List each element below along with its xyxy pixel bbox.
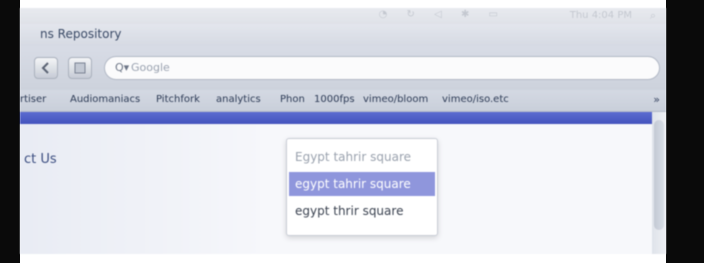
google-search-icon[interactable]: Q▾: [115, 61, 129, 74]
photo-frame: ◔ ↻ ◁ ✱ ▭ Thu 4:04 PM ⌕ ns Repository Q▾…: [0, 0, 704, 263]
contact-us-link[interactable]: ct Us: [24, 152, 57, 167]
book-icon: [74, 62, 86, 74]
spotlight-icon[interactable]: ⌕: [650, 9, 656, 23]
autocomplete-dropdown: Egypt tahrir square egypt tahrir square …: [286, 138, 438, 236]
bookmark-item[interactable]: Pitchfork: [156, 94, 200, 105]
bookmark-item[interactable]: analytics: [216, 94, 261, 105]
bookmarks-overflow-button[interactable]: »: [653, 93, 660, 106]
search-placeholder: Google: [131, 61, 170, 74]
typed-query[interactable]: Egypt tahrir square: [289, 145, 435, 169]
window-title-bar: ns Repository: [20, 24, 666, 46]
menu-clock[interactable]: Thu 4:04 PM: [570, 10, 632, 21]
bookmark-item[interactable]: 1000fps: [314, 94, 355, 105]
suggestion-item[interactable]: egypt thrir square: [289, 199, 435, 223]
bookmarks-bar: rtiser Audiomaniacs Pitchfork analytics …: [20, 90, 666, 112]
scrollbar[interactable]: [652, 112, 666, 254]
search-input[interactable]: Q▾ Google: [104, 56, 660, 80]
window-title: ns Repository: [40, 27, 122, 41]
page-side-panel: ct Us: [20, 124, 260, 254]
bookmark-item[interactable]: vimeo/iso.etc: [442, 94, 509, 105]
bookmark-item[interactable]: vimeo/bloom: [363, 94, 428, 105]
scrollbar-thumb[interactable]: [654, 120, 664, 230]
back-button[interactable]: [34, 57, 58, 79]
back-arrow-icon: [41, 62, 49, 74]
page-content: ct Us Egypt tahrir square egypt tahrir s…: [20, 112, 666, 254]
bookmark-item[interactable]: Phon: [280, 94, 305, 105]
page-header-band: [20, 112, 652, 124]
browser-toolbar: Q▾ Google: [20, 46, 666, 90]
bookmarks-button[interactable]: [68, 57, 92, 79]
suggestion-item-selected[interactable]: egypt tahrir square: [289, 172, 435, 196]
status-icons[interactable]: ◔ ↻ ◁ ✱ ▭: [379, 9, 506, 20]
bookmark-item[interactable]: Audiomaniacs: [70, 94, 140, 105]
photo-border-right: [666, 0, 704, 263]
screen: ◔ ↻ ◁ ✱ ▭ Thu 4:04 PM ⌕ ns Repository Q▾…: [20, 8, 666, 254]
bookmark-item[interactable]: rtiser: [20, 94, 46, 105]
menu-bar: ◔ ↻ ◁ ✱ ▭ Thu 4:04 PM ⌕: [20, 8, 666, 24]
photo-border-left: [0, 0, 20, 263]
